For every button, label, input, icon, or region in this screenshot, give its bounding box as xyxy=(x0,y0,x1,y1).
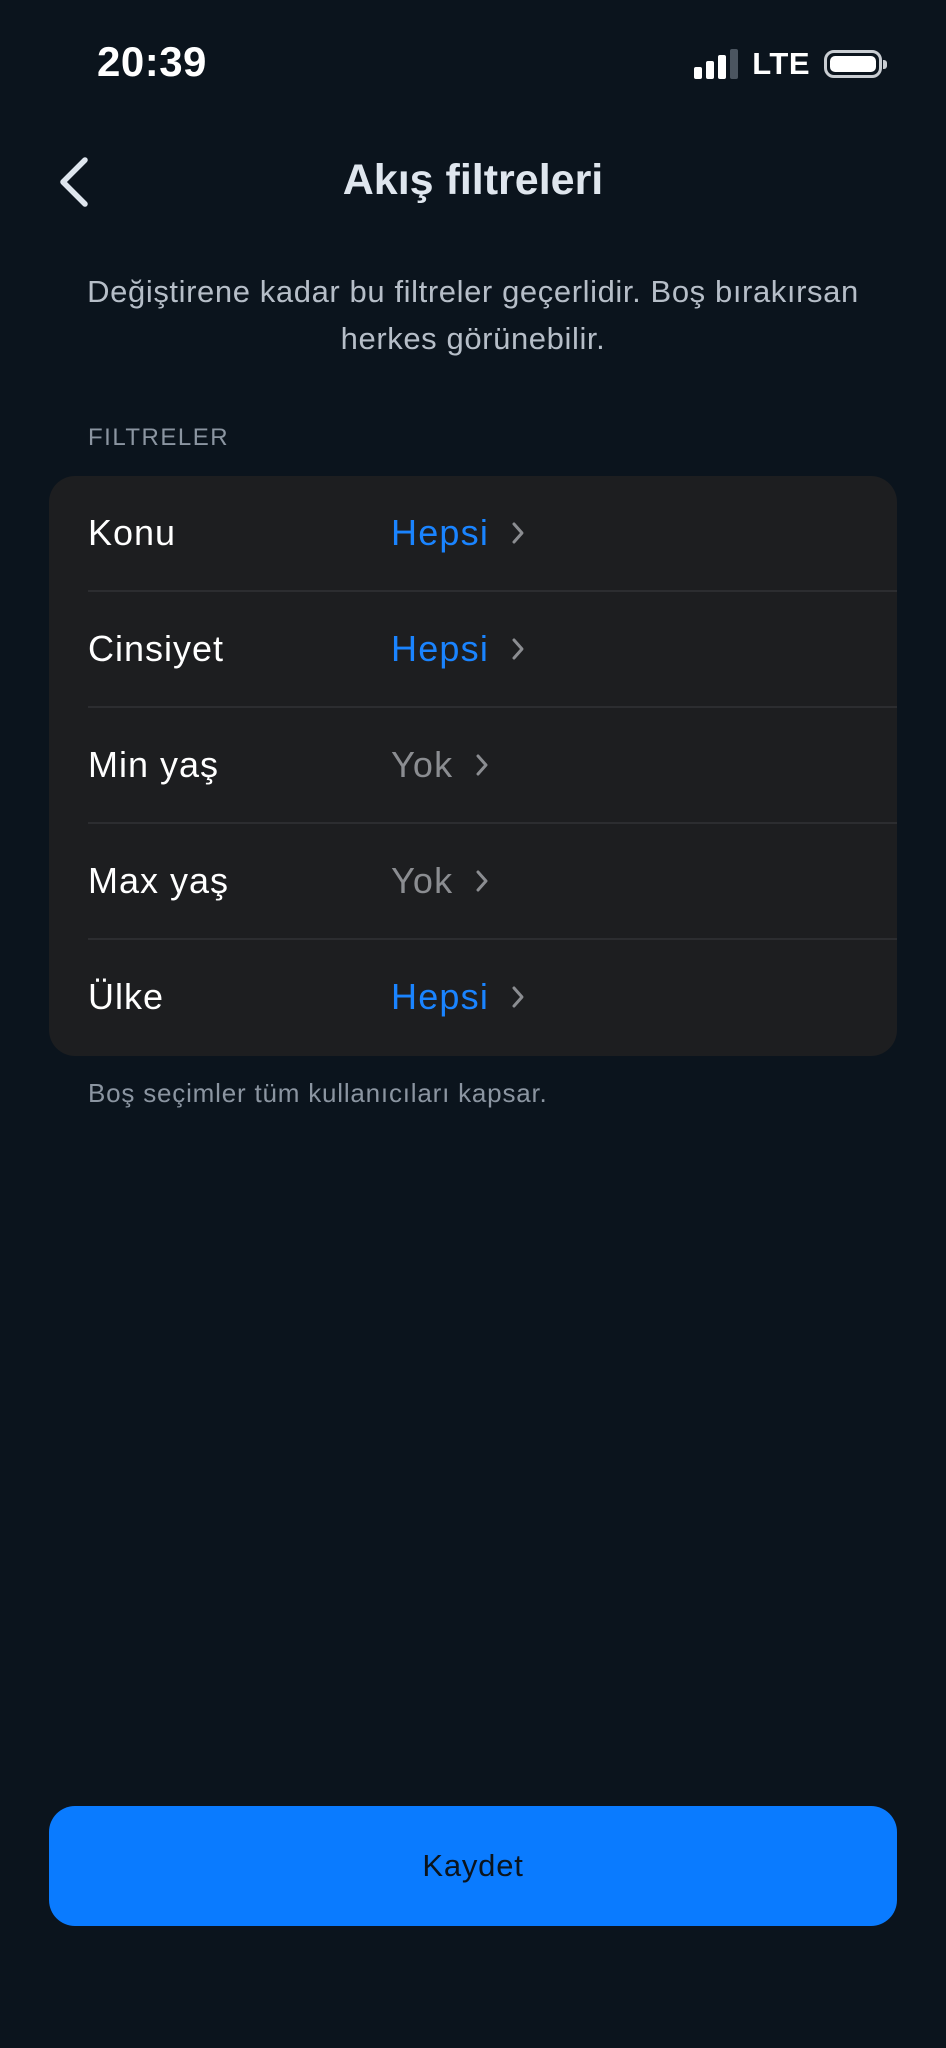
filter-row-min-age[interactable]: Min yaş Yok xyxy=(49,708,897,824)
filter-row-ulke[interactable]: Ülke Hepsi xyxy=(49,940,897,1056)
filter-value: Yok xyxy=(391,860,454,901)
signal-strength-icon xyxy=(694,49,739,79)
status-indicators: LTE xyxy=(694,46,887,82)
filter-row-max-age[interactable]: Max yaş Yok xyxy=(49,824,897,940)
filters-footnote: Boş seçimler tüm kullanıcıları kapsar. xyxy=(88,1078,548,1108)
network-type-label: LTE xyxy=(752,46,810,81)
chevron-right-icon xyxy=(511,977,525,1017)
chevron-right-icon xyxy=(511,513,525,553)
status-bar: 20:39 LTE xyxy=(0,0,946,120)
filter-label: Ülke xyxy=(88,976,165,1017)
section-header-filters: FILTRELER xyxy=(88,424,230,451)
filters-card: Konu Hepsi Cinsiyet Hepsi Min yaş Yok Ma… xyxy=(49,476,897,1056)
status-time: 20:39 xyxy=(97,38,207,85)
filter-label: Konu xyxy=(88,512,177,553)
filter-row-konu[interactable]: Konu Hepsi xyxy=(49,476,897,592)
save-button[interactable]: Kaydet xyxy=(49,1806,897,1926)
chevron-right-icon xyxy=(475,861,489,901)
battery-icon xyxy=(824,50,887,78)
filter-label: Min yaş xyxy=(88,744,220,785)
filter-row-cinsiyet[interactable]: Cinsiyet Hepsi xyxy=(49,592,897,708)
filter-description: Değiştirene kadar bu filtreler geçerlidi… xyxy=(87,274,859,356)
filter-value: Hepsi xyxy=(391,976,490,1017)
filter-value: Hepsi xyxy=(391,512,490,553)
filter-label: Cinsiyet xyxy=(88,628,225,669)
chevron-right-icon xyxy=(475,745,489,785)
filter-value: Hepsi xyxy=(391,628,490,669)
page-title: Akış filtreleri xyxy=(342,156,604,204)
chevron-right-icon xyxy=(511,629,525,669)
filter-label: Max yaş xyxy=(88,860,230,901)
filter-value: Yok xyxy=(391,744,454,785)
